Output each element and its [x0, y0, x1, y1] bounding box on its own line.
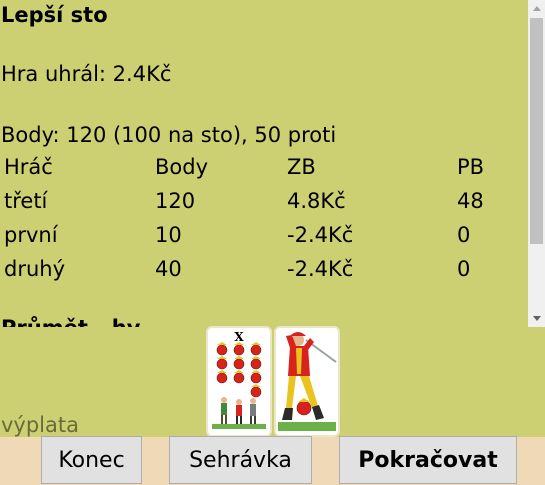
- header-zb: ZB: [287, 155, 316, 179]
- status-text: výplata: [1, 413, 79, 437]
- row-player: první: [4, 223, 58, 247]
- row-points: 40: [155, 257, 182, 281]
- row-zb: -2.4Kč: [287, 257, 354, 281]
- scroll-up-arrow-icon[interactable]: [528, 0, 545, 17]
- end-button[interactable]: Konec: [41, 436, 142, 484]
- points-line: Body: 120 (100 na sto), 50 proti: [1, 123, 337, 147]
- header-player: Hráč: [4, 155, 53, 179]
- row-zb: -2.4Kč: [287, 223, 354, 247]
- hearts-lower-card-icon: [278, 332, 337, 431]
- row-player: druhý: [4, 257, 66, 281]
- row-zb: 4.8Kč: [287, 189, 346, 213]
- section-heading-cut: Průmět...hy: [1, 316, 140, 327]
- row-pb: 0: [457, 257, 471, 281]
- row-pb: 48: [457, 189, 484, 213]
- continue-button[interactable]: Pokračovat: [339, 436, 517, 484]
- scroll-down-arrow-icon[interactable]: [528, 310, 545, 327]
- header-pb: PB: [457, 155, 485, 179]
- scrollbar-thumb[interactable]: [530, 18, 543, 244]
- header-points: Body: [155, 155, 209, 179]
- row-pb: 0: [457, 223, 471, 247]
- game-title: Lepší sto: [1, 3, 108, 27]
- card-rank-label: X: [234, 330, 244, 344]
- row-player: třetí: [4, 189, 48, 213]
- hearts-ten-card-icon: X: [212, 330, 266, 429]
- vertical-scrollbar[interactable]: [528, 0, 545, 327]
- winner-line: Hra uhrál: 2.4Kč: [1, 62, 172, 86]
- playout-button[interactable]: Sehrávka: [169, 436, 312, 484]
- row-points: 10: [155, 223, 182, 247]
- card-hearts-ten[interactable]: X: [206, 326, 272, 437]
- row-points: 120: [155, 189, 196, 213]
- results-panel: Lepší sto Hra uhrál: 2.4Kč Body: 120 (10…: [0, 0, 545, 327]
- card-hearts-lower[interactable]: [274, 326, 340, 437]
